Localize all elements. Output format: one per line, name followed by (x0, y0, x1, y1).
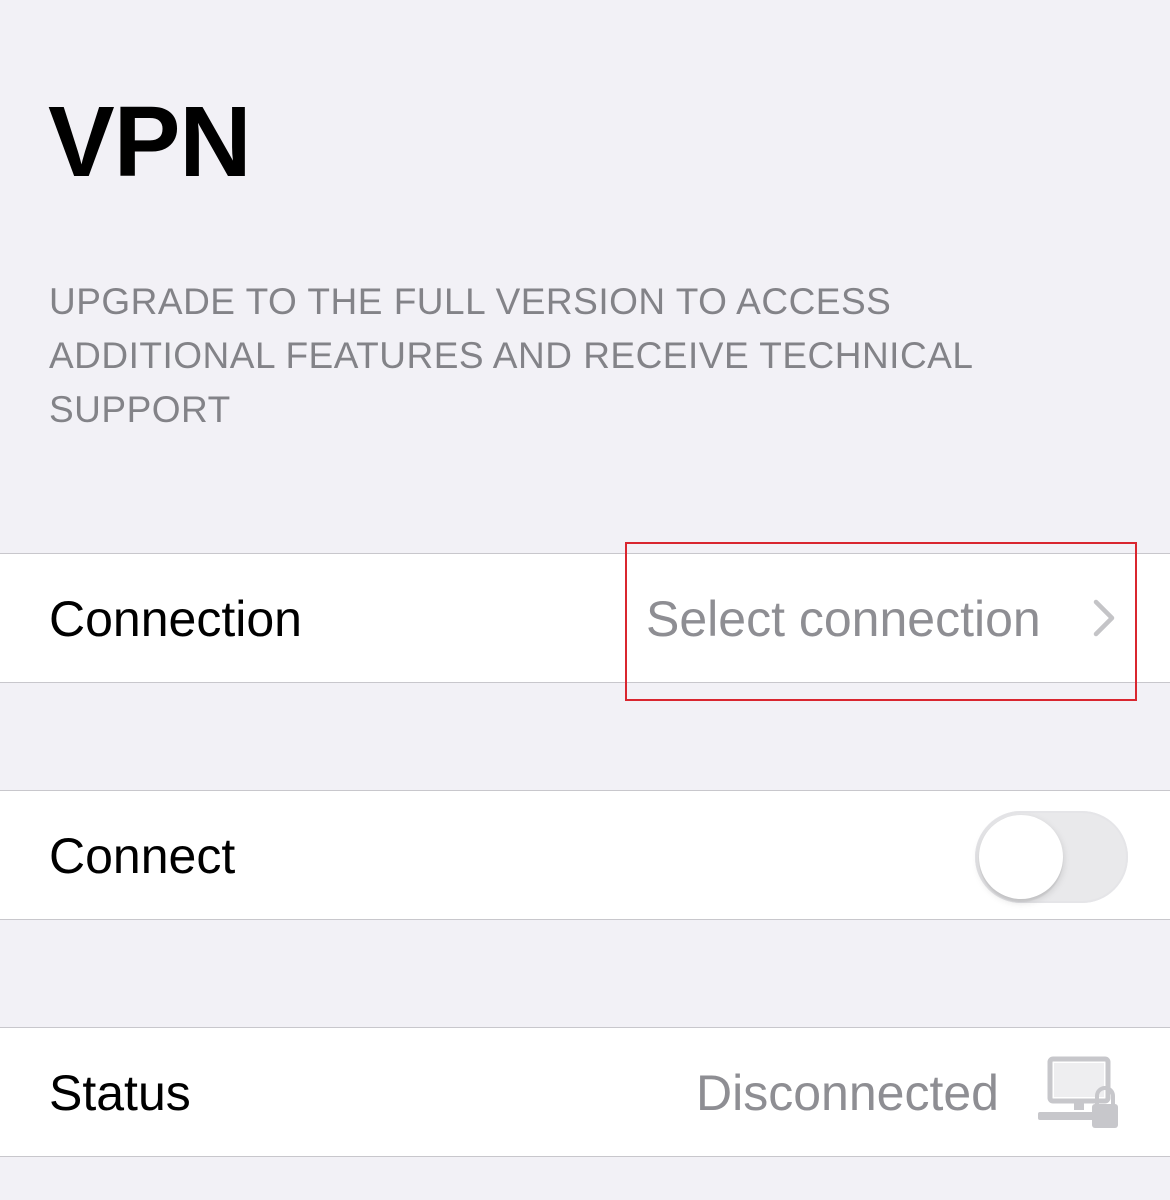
status-value: Disconnected (696, 1065, 999, 1121)
status-row: Status Disconnected (0, 1027, 1170, 1157)
connection-label: Connection (49, 591, 302, 647)
upgrade-notice: UPGRADE TO THE FULL VERSION TO ACCESS AD… (49, 281, 973, 430)
connect-toggle[interactable] (975, 811, 1128, 903)
connect-label: Connect (49, 828, 236, 884)
page-title: VPN (48, 86, 252, 198)
toggle-knob (979, 815, 1063, 899)
connect-row: Connect (0, 790, 1170, 920)
computer-lock-icon (1038, 1056, 1118, 1128)
selection-highlight (625, 542, 1137, 701)
status-label: Status (49, 1065, 191, 1121)
